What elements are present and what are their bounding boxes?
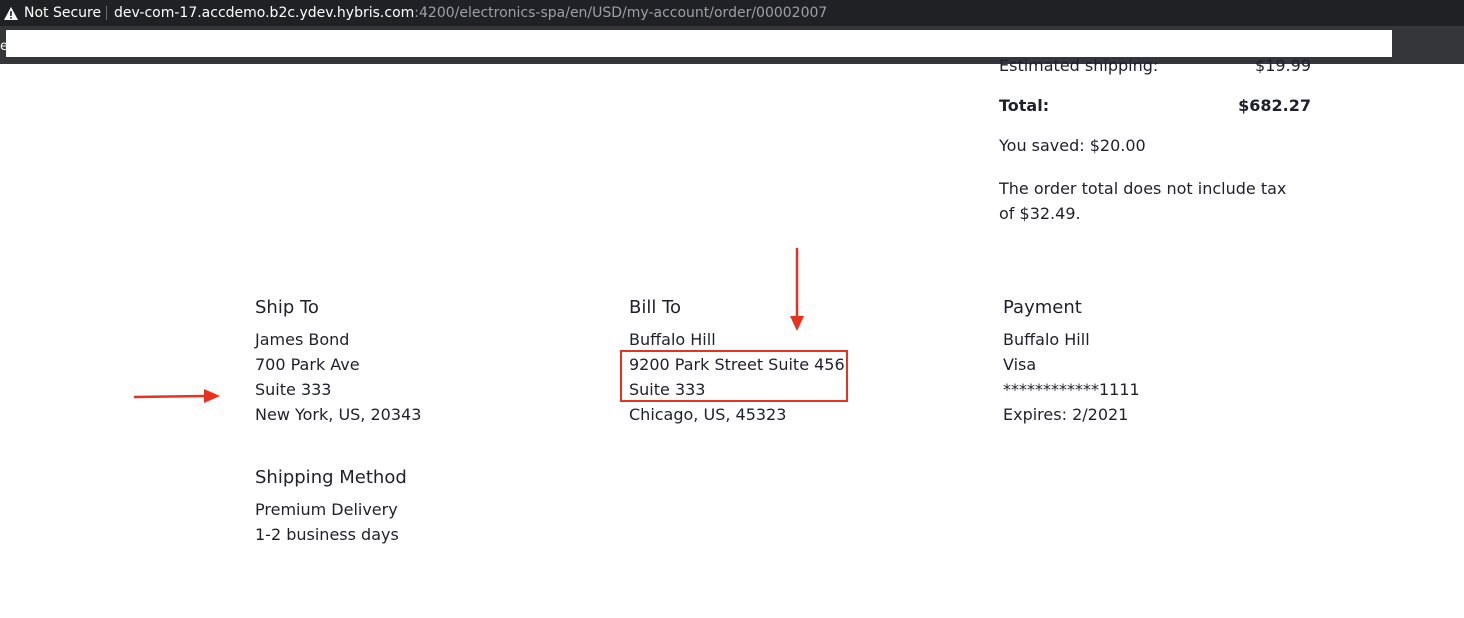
bill-to-title: Bill To	[629, 297, 682, 318]
url-domain: dev-com-17.accdemo.b2c.ydev.hybris.com	[114, 5, 415, 21]
shipping-row: Estimated shipping: $19.99	[999, 56, 1311, 76]
payment-line: Buffalo Hill	[1003, 330, 1090, 349]
ship-to-line: James Bond	[255, 330, 350, 349]
order-details: Estimated shipping: $19.99 Total: $682.2…	[0, 56, 1464, 618]
payment-block: Payment Buffalo Hill Visa ************11…	[1003, 296, 1140, 427]
browser-address-bar: Not Secure dev-com-17.accdemo.b2c.ydev.h…	[0, 0, 1464, 26]
bill-to-line: Chicago, US, 45323	[629, 405, 787, 424]
total-value: $682.27	[1238, 96, 1311, 115]
payment-line: ************1111	[1003, 380, 1140, 399]
security-indicator[interactable]: Not Secure	[4, 4, 101, 22]
shipping-method-line: 1-2 business days	[255, 525, 399, 544]
ship-to-line: 700 Park Ave	[255, 355, 360, 374]
url-field[interactable]: dev-com-17.accdemo.b2c.ydev.hybris.com:4…	[114, 4, 827, 22]
address-divider	[106, 6, 107, 20]
payment-line: Expires: 2/2021	[1003, 405, 1129, 424]
highlight-box	[620, 350, 848, 402]
ship-to-line: Suite 333	[255, 380, 332, 399]
redacted-bar	[6, 30, 1392, 57]
shipping-label: Estimated shipping:	[999, 56, 1159, 75]
bill-to-line: Buffalo Hill	[629, 330, 716, 349]
shipping-method-title: Shipping Method	[255, 467, 407, 488]
shipping-method-line: Premium Delivery	[255, 500, 398, 519]
security-label: Not Secure	[24, 5, 102, 21]
total-row: Total: $682.27	[999, 96, 1311, 116]
payment-title: Payment	[1003, 297, 1082, 318]
ship-to-block: Ship To James Bond 700 Park Ave Suite 33…	[255, 296, 421, 427]
shipping-method-block: Shipping Method Premium Delivery 1-2 bus…	[255, 466, 407, 547]
arrow-down-icon	[790, 248, 804, 331]
saved-amount: You saved: $20.00	[999, 136, 1146, 155]
warning-icon	[4, 6, 18, 20]
ship-to-title: Ship To	[255, 297, 319, 318]
ship-to-line: New York, US, 20343	[255, 405, 422, 424]
url-path: :4200/electronics-spa/en/USD/my-account/…	[414, 5, 828, 21]
total-label: Total:	[999, 96, 1050, 115]
payment-line: Visa	[1003, 355, 1037, 374]
tax-note: The order total does not include tax of …	[999, 179, 1287, 223]
arrow-right-icon	[134, 389, 220, 403]
shipping-value: $19.99	[1255, 56, 1311, 75]
